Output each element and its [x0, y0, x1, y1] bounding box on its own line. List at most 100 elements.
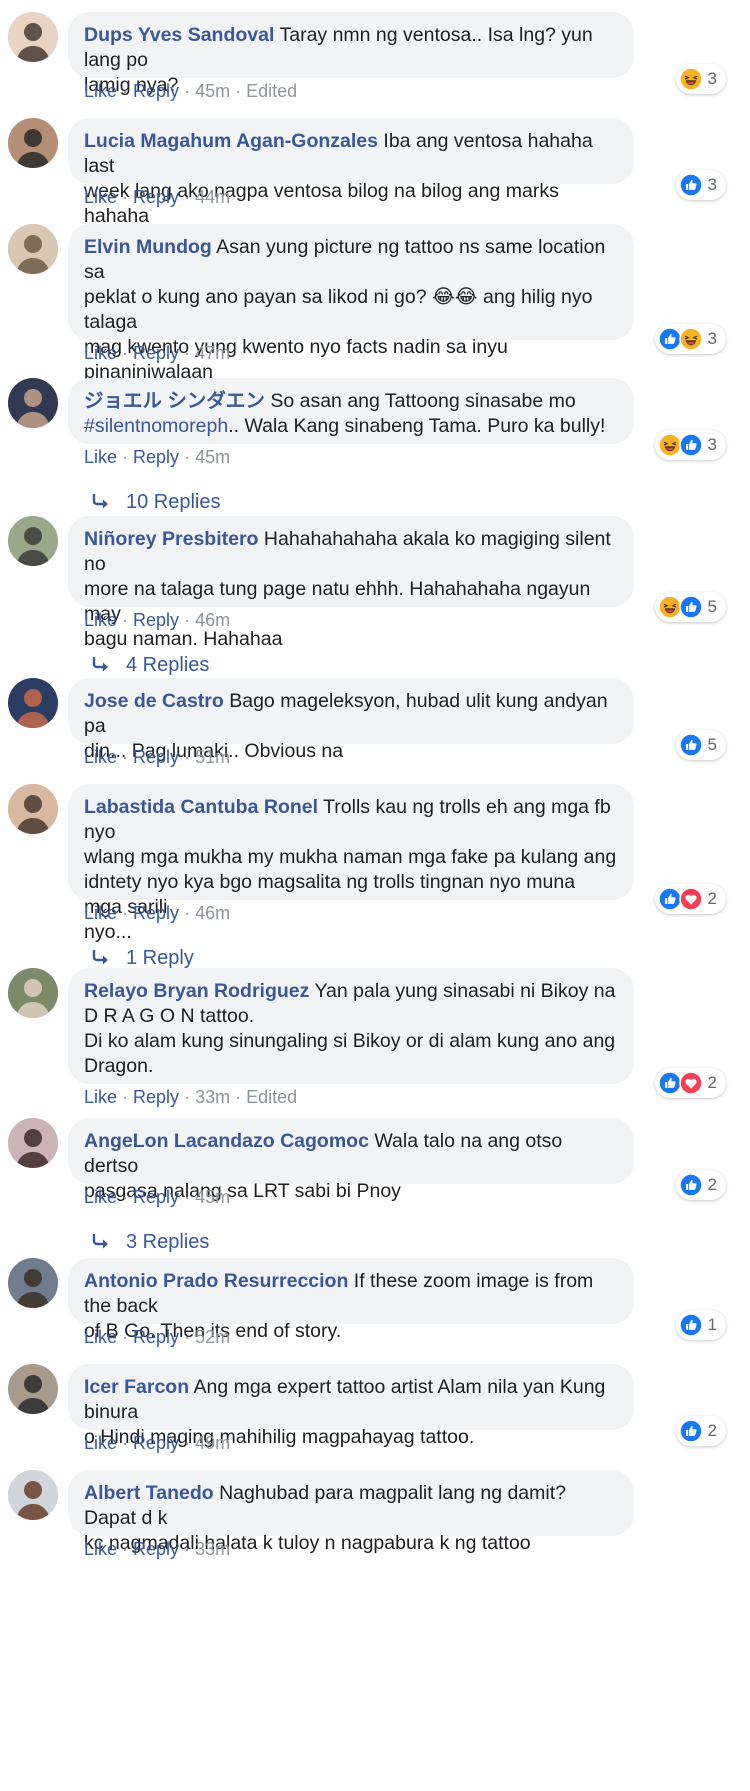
reply-button[interactable]: Reply	[133, 81, 179, 101]
avatar[interactable]	[8, 118, 58, 168]
reaction-count: 3	[707, 69, 717, 88]
author-name[interactable]: Dups Yves Sandoval	[84, 24, 274, 46]
reply-button[interactable]: Reply	[133, 1539, 179, 1559]
reaction-summary[interactable]: 2	[675, 1170, 726, 1200]
reaction-summary[interactable]: 2	[654, 1068, 726, 1098]
author-name[interactable]: AngeLon Lacandazo Cagomoc	[84, 1130, 369, 1152]
timestamp[interactable]: 46m	[195, 903, 230, 923]
author-name[interactable]: Albert Tanedo	[84, 1482, 214, 1504]
reaction-count: 2	[707, 1175, 717, 1194]
like-button[interactable]: Like	[84, 343, 117, 363]
author-name[interactable]: Icer Farcon	[84, 1376, 189, 1398]
reply-button[interactable]: Reply	[133, 187, 179, 207]
comment-line: ジョエル シンダエン So asan ang Tattoong sinasabe…	[84, 389, 618, 414]
timestamp[interactable]: 33m	[195, 1087, 230, 1107]
avatar-photo	[8, 1258, 58, 1308]
like-button[interactable]: Like	[84, 187, 117, 207]
timestamp[interactable]: 47m	[195, 343, 230, 363]
replies-count-label[interactable]: 4 Replies	[126, 654, 209, 676]
reply-button[interactable]: Reply	[133, 747, 179, 767]
author-name[interactable]: Jose de Castro	[84, 690, 224, 712]
separator-dot: ·	[184, 1327, 191, 1347]
reply-button[interactable]: Reply	[133, 343, 179, 363]
replies-count-label[interactable]: 10 Replies	[126, 491, 221, 513]
separator-dot: ·	[184, 447, 191, 467]
view-replies-link[interactable]: 3 Replies	[92, 1231, 209, 1254]
avatar[interactable]	[8, 516, 58, 566]
like-button[interactable]: Like	[84, 447, 117, 467]
reply-button[interactable]: Reply	[133, 1087, 179, 1107]
reply-button[interactable]: Reply	[133, 447, 179, 467]
edited-label[interactable]: Edited	[246, 81, 297, 101]
avatar[interactable]	[8, 12, 58, 62]
reply-arrow-icon	[92, 493, 108, 509]
reaction-summary[interactable]: 3	[675, 64, 726, 94]
author-name[interactable]: Antonio Prado Resurreccion	[84, 1270, 348, 1292]
comment-line: Elvin Mundog Asan yung picture ng tattoo…	[84, 235, 618, 285]
reaction-summary[interactable]: 5	[675, 730, 726, 760]
avatar[interactable]	[8, 1258, 58, 1308]
timestamp[interactable]: 45m	[195, 447, 230, 467]
author-name[interactable]: Elvin Mundog	[84, 236, 212, 258]
reaction-summary[interactable]: 2	[675, 1416, 726, 1446]
timestamp[interactable]: 52m	[195, 1327, 230, 1347]
author-name[interactable]: ジョエル シンダエン	[84, 390, 265, 412]
avatar[interactable]	[8, 378, 58, 428]
like-button[interactable]: Like	[84, 1327, 117, 1347]
like-button[interactable]: Like	[84, 1433, 117, 1453]
view-replies-link[interactable]: 4 Replies	[92, 654, 209, 677]
timestamp[interactable]: 51m	[195, 747, 230, 767]
reply-arrow-icon	[92, 949, 108, 965]
comment-actions: Like · Reply · 46m	[84, 902, 230, 924]
reaction-count: 3	[707, 329, 717, 348]
reply-button[interactable]: Reply	[133, 1433, 179, 1453]
timestamp[interactable]: 46m	[195, 610, 230, 630]
reaction-summary[interactable]: 2	[654, 884, 726, 914]
edited-label[interactable]: Edited	[246, 1087, 297, 1107]
like-button[interactable]: Like	[84, 610, 117, 630]
separator-dot: ·	[122, 1187, 129, 1207]
like-button[interactable]: Like	[84, 81, 117, 101]
reaction-summary[interactable]: 3	[654, 324, 726, 354]
reaction-count: 1	[707, 1315, 717, 1334]
avatar[interactable]	[8, 784, 58, 834]
author-name[interactable]: Labastida Cantuba Ronel	[84, 796, 318, 818]
author-name[interactable]: Relayo Bryan Rodriguez	[84, 980, 309, 1002]
like-button[interactable]: Like	[84, 903, 117, 923]
like-button[interactable]: Like	[84, 747, 117, 767]
reaction-summary[interactable]: 3	[675, 170, 726, 200]
author-name[interactable]: Lucia Magahum Agan-Gonzales	[84, 130, 378, 152]
reply-button[interactable]: Reply	[133, 1327, 179, 1347]
avatar[interactable]	[8, 1364, 58, 1414]
reaction-summary[interactable]: 5	[654, 592, 726, 622]
comment-actions: Like · Reply · 52m	[84, 1326, 230, 1348]
avatar[interactable]	[8, 1118, 58, 1168]
like-button[interactable]: Like	[84, 1187, 117, 1207]
replies-count-label[interactable]: 1 Reply	[126, 947, 194, 969]
replies-count-label[interactable]: 3 Replies	[126, 1231, 209, 1253]
reply-button[interactable]: Reply	[133, 903, 179, 923]
like-button[interactable]: Like	[84, 1087, 117, 1107]
reply-button[interactable]: Reply	[133, 610, 179, 630]
reply-button[interactable]: Reply	[133, 1187, 179, 1207]
reaction-summary[interactable]: 3	[654, 430, 726, 460]
avatar[interactable]	[8, 1470, 58, 1520]
view-replies-link[interactable]: 10 Replies	[92, 491, 221, 514]
avatar[interactable]	[8, 968, 58, 1018]
timestamp[interactable]: 45m	[195, 81, 230, 101]
like-button[interactable]: Like	[84, 1539, 117, 1559]
separator-dot: ·	[184, 343, 191, 363]
comment-line: Icer Farcon Ang mga expert tattoo artist…	[84, 1375, 618, 1425]
timestamp[interactable]: 49m	[195, 1433, 230, 1453]
hashtag-link[interactable]: #silentnomoreph	[84, 415, 228, 437]
author-name[interactable]: Niñorey Presbitero	[84, 528, 258, 550]
timestamp[interactable]: 45m	[195, 1187, 230, 1207]
reaction-summary[interactable]: 1	[675, 1310, 726, 1340]
avatar[interactable]	[8, 224, 58, 274]
comment-line: Relayo Bryan Rodriguez Yan pala yung sin…	[84, 979, 618, 1004]
avatar[interactable]	[8, 678, 58, 728]
timestamp[interactable]: 33m	[195, 1539, 230, 1559]
view-replies-link[interactable]: 1 Reply	[92, 947, 194, 970]
like-icon	[678, 433, 703, 457]
timestamp[interactable]: 44m	[195, 187, 230, 207]
